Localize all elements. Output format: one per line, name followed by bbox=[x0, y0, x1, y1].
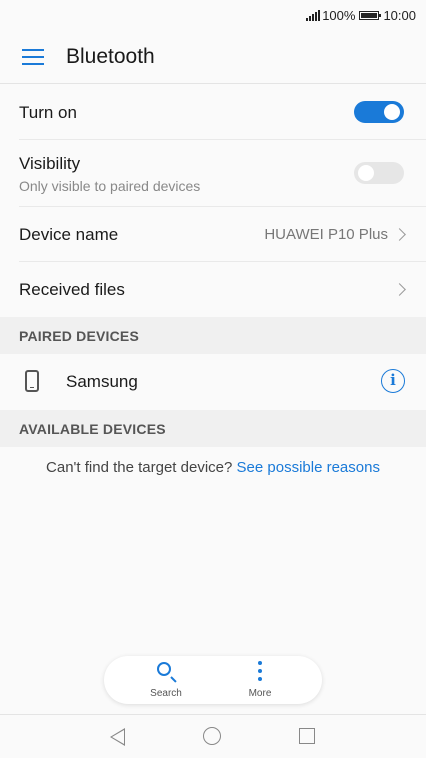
available-devices-header: AVAILABLE DEVICES bbox=[0, 410, 426, 447]
paired-devices-header: PAIRED DEVICES bbox=[0, 317, 426, 354]
possible-reasons-link[interactable]: See possible reasons bbox=[237, 459, 380, 476]
page-title: Bluetooth bbox=[66, 44, 155, 68]
paired-device-name: Samsung bbox=[66, 372, 138, 391]
device-name-label: Device name bbox=[19, 225, 119, 244]
hint-text: Can't find the target device? bbox=[46, 459, 233, 476]
status-bar: 100% 10:00 bbox=[0, 0, 426, 30]
back-icon[interactable] bbox=[110, 728, 125, 746]
app-bar: Bluetooth bbox=[0, 30, 426, 84]
visibility-row[interactable]: Visibility Only visible to paired device… bbox=[19, 140, 426, 207]
more-label: More bbox=[248, 688, 272, 699]
received-files-row[interactable]: Received files bbox=[19, 262, 426, 317]
visibility-subtitle: Only visible to paired devices bbox=[19, 178, 201, 194]
recent-apps-icon[interactable] bbox=[299, 728, 315, 744]
battery-percent: 100% bbox=[322, 7, 356, 23]
turn-on-row[interactable]: Turn on bbox=[19, 84, 426, 140]
device-name-row[interactable]: Device name HUAWEI P10 Plus bbox=[19, 207, 426, 262]
status-time: 10:00 bbox=[383, 7, 416, 23]
search-button[interactable]: Search bbox=[131, 656, 201, 704]
more-vertical-icon bbox=[258, 661, 262, 681]
chevron-right-icon bbox=[393, 283, 406, 296]
search-icon bbox=[157, 662, 171, 676]
phone-icon bbox=[25, 370, 39, 392]
info-icon[interactable]: i bbox=[381, 369, 405, 393]
turn-on-toggle[interactable] bbox=[354, 101, 404, 123]
visibility-label: Visibility bbox=[19, 154, 81, 173]
home-icon[interactable] bbox=[203, 727, 221, 745]
more-button[interactable]: More bbox=[225, 656, 295, 704]
search-label: Search bbox=[150, 688, 182, 699]
signal-icon bbox=[306, 9, 321, 21]
settings-list: Turn on Visibility Only visible to paire… bbox=[0, 84, 426, 317]
chevron-right-icon bbox=[393, 228, 406, 241]
received-files-label: Received files bbox=[19, 280, 125, 299]
battery-icon bbox=[359, 10, 382, 20]
search-hint: Can't find the target device? See possib… bbox=[0, 459, 426, 476]
bottom-action-bar: Search More bbox=[104, 656, 322, 704]
turn-on-label: Turn on bbox=[19, 103, 77, 122]
system-nav-bar bbox=[0, 714, 426, 758]
paired-device-item[interactable]: Samsung i bbox=[0, 354, 426, 410]
visibility-toggle[interactable] bbox=[354, 162, 404, 184]
device-name-value: HUAWEI P10 Plus bbox=[264, 226, 388, 243]
hamburger-menu-icon[interactable] bbox=[22, 48, 44, 65]
